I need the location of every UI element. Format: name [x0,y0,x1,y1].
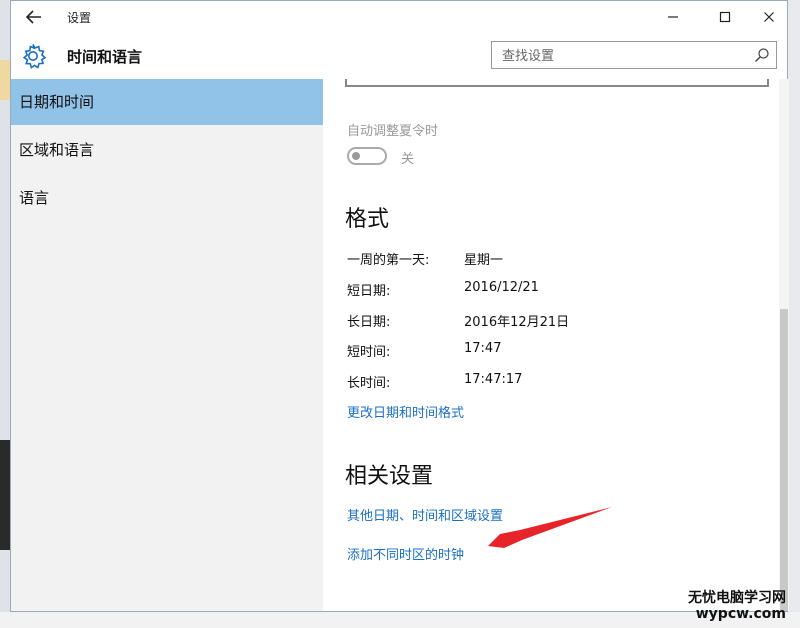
format-key: 短日期: [347,284,391,299]
format-key: 长日期: [347,315,391,330]
minimize-icon [668,16,678,18]
search-box[interactable] [491,41,777,69]
search-icon[interactable] [754,47,770,63]
format-value: 星期一 [464,253,504,268]
sidebar-item-date-time[interactable]: 日期和时间 [11,79,323,125]
format-value: 2016/12/21 [464,280,539,295]
dst-toggle[interactable] [347,147,387,165]
watermark-line1: 无忧电脑学习网 [688,590,786,607]
scrollbar-thumb[interactable] [780,309,788,611]
desktop-fragment [0,60,10,100]
main-content: 自动调整夏令时 关 格式 一周的第一天: 星期一 短日期: 2016/12/21… [323,79,789,611]
minimize-button[interactable] [651,3,695,31]
close-button[interactable] [747,3,791,31]
close-icon [764,12,774,22]
dst-state: 关 [401,152,415,167]
maximize-icon [719,11,731,23]
sidebar-item-label: 语言 [19,189,50,207]
sidebar-item-speech[interactable]: 语言 [11,175,323,221]
settings-window: 设置 时间和语言 日期和时间 [10,0,789,612]
page-title: 时间和语言 [67,48,143,66]
additional-date-time-link[interactable]: 其他日期、时间和区域设置 [347,505,503,524]
watermark-line2: wypcw.com [695,605,786,622]
related-settings-heading: 相关设置 [345,464,434,489]
sidebar-item-label: 区域和语言 [19,141,95,159]
search-input[interactable] [500,43,754,69]
back-arrow-icon [26,10,41,24]
add-clocks-link[interactable]: 添加不同时区的时钟 [347,544,464,563]
title-bar: 设置 [11,1,787,33]
watermark: 无忧电脑学习网 wypcw.com [688,590,786,622]
format-key: 一周的第一天: [347,253,430,268]
settings-header: 时间和语言 [11,33,787,79]
back-button[interactable] [19,5,49,29]
dst-label: 自动调整夏令时 [347,124,439,139]
sidebar-item-label: 日期和时间 [19,93,95,111]
desktop-right-edge [788,0,800,628]
window-title: 设置 [67,11,92,25]
gear-icon [22,44,47,69]
format-key: 短时间: [347,345,391,360]
change-format-link[interactable]: 更改日期和时间格式 [347,402,464,421]
toggle-knob [352,152,360,160]
format-key: 长时间: [347,376,391,391]
desktop-fragment [0,440,10,550]
maximize-button[interactable] [703,3,747,31]
format-value: 17:47:17 [464,372,523,387]
format-value: 2016年12月21日 [464,315,570,330]
format-heading: 格式 [345,207,390,232]
desktop-bottom-edge [0,612,800,628]
sidebar: 日期和时间 区域和语言 语言 [11,79,323,611]
desktop-left-edge [0,0,10,628]
timezone-dropdown[interactable] [345,79,769,87]
format-value: 17:47 [464,341,502,356]
sidebar-item-region-language[interactable]: 区域和语言 [11,127,323,173]
scrollbar[interactable] [779,79,789,611]
